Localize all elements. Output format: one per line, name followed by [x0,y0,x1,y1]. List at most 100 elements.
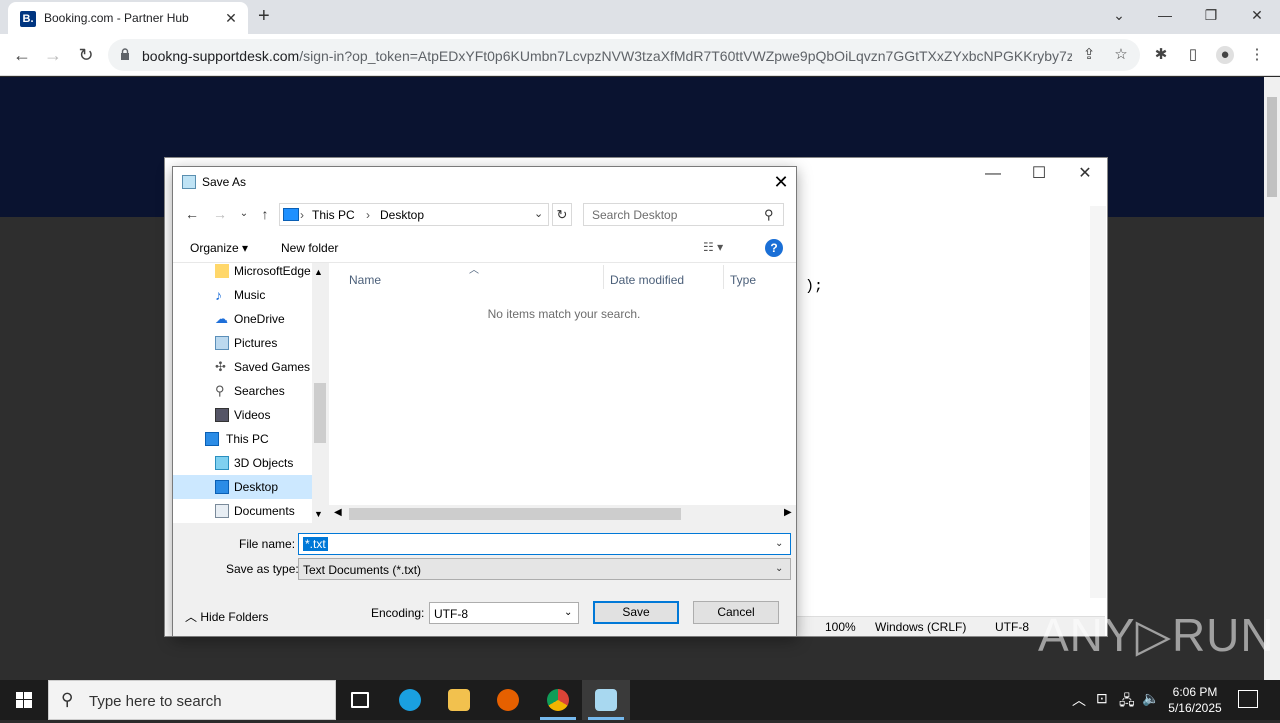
tree-item-this-pc[interactable]: This PC [173,427,312,451]
hide-folders-button[interactable]: ︿ Hide Folders [185,608,268,625]
scroll-left-icon[interactable]: ◀ [334,507,342,518]
refresh-icon[interactable]: ↻ [552,203,572,226]
column-type[interactable]: Type [730,273,756,287]
tree-item-desktop[interactable]: Desktop [173,475,312,499]
taskbar-clock[interactable]: 6:06 PM 5/16/2025 [1162,684,1228,716]
start-button[interactable] [0,680,48,720]
minimize-icon[interactable]: — [1150,4,1180,26]
save-button[interactable]: Save [593,601,679,624]
cancel-button[interactable]: Cancel [693,601,779,624]
anyrun-watermark: ANY▷RUN [1038,609,1275,661]
pictures-icon [215,336,229,350]
breadcrumb-desktop[interactable]: Desktop [380,208,424,222]
close-tab-icon[interactable]: ✕ [222,9,240,27]
page-scrollbar[interactable] [1264,77,1280,680]
close-window-icon[interactable]: ✕ [1242,4,1272,26]
encoding-select[interactable]: UTF-8 ⌄ [429,602,579,624]
extensions-icon[interactable]: ✱ [1152,46,1170,64]
tree-item-3d-objects[interactable]: 3D Objects [173,451,312,475]
new-tab-icon[interactable]: + [258,5,270,27]
tree-item-documents[interactable]: Documents [173,499,312,523]
address-bar[interactable]: bookng-supportdesk.com/sign-in?op_token=… [108,39,1140,71]
notepad-maximize-icon[interactable]: ☐ [1019,163,1059,185]
dialog-close-icon[interactable]: ✕ [769,171,793,193]
desktop-icon [215,480,229,494]
notepad-scrollbar[interactable] [1090,206,1106,598]
tab-search-chevron-icon[interactable]: ⌄ [1104,4,1134,26]
tree-item-onedrive[interactable]: ☁ OneDrive [173,307,312,331]
tree-item-music[interactable]: ♪ Music [173,283,312,307]
url-text: bookng-supportdesk.com/sign-in?op_token=… [142,48,1072,64]
breadcrumb[interactable]: › This PC › Desktop ⌄ [279,203,549,226]
up-folder-icon[interactable]: ↑ [256,205,274,223]
hscrollbar-thumb[interactable] [349,508,681,520]
taskbar-search-placeholder: Type here to search [89,693,222,710]
tree-scrollbar-thumb[interactable] [314,383,326,443]
scroll-right-icon[interactable]: ▶ [784,507,792,518]
notepad-minimize-icon[interactable]: — [973,163,1013,185]
side-panel-icon[interactable]: ▯ [1184,46,1202,64]
dialog-forward-icon[interactable]: → [211,205,229,223]
encoding-value: UTF-8 [434,607,468,621]
notepad-app-icon [182,175,196,189]
notepad-close-icon[interactable]: ✕ [1065,163,1105,185]
file-name-dropdown-icon[interactable]: ⌄ [775,538,783,549]
taskbar-file-explorer[interactable] [435,680,483,720]
notification-center-icon[interactable] [1238,690,1258,708]
file-explorer-icon [448,689,470,711]
tree-item-videos[interactable]: Videos [173,403,312,427]
tray-app-icon[interactable]: ⊡ [1096,690,1108,707]
tree-item-microsoftedge[interactable]: MicrosoftEdge [173,259,312,283]
search-input[interactable]: Search Desktop ⚲ [583,203,784,226]
bookmark-star-icon[interactable]: ☆ [1112,46,1130,64]
encoding-dropdown-icon[interactable]: ⌄ [564,607,572,618]
taskbar-edge[interactable] [386,680,434,720]
breadcrumb-dropdown-icon[interactable]: ⌄ [534,207,543,220]
save-type-select[interactable]: Text Documents (*.txt) ⌄ [298,558,791,580]
task-view-button[interactable] [336,680,384,720]
show-hidden-icons-chevron-icon[interactable]: ︿ [1072,690,1086,710]
dialog-back-icon[interactable]: ← [183,205,201,223]
volume-icon[interactable]: 🔈 [1142,690,1159,707]
file-name-input[interactable]: *.txt ⌄ [298,533,791,555]
taskbar-notepad[interactable] [582,680,630,720]
notepad-text[interactable]: ); [805,278,823,295]
scroll-up-icon[interactable]: ▲ [314,267,323,277]
breadcrumb-this-pc[interactable]: This PC [312,208,355,222]
column-date-modified[interactable]: Date modified [610,273,684,287]
help-icon[interactable]: ? [765,239,783,257]
taskbar-firefox[interactable] [484,680,532,720]
new-folder-button[interactable]: New folder [281,241,338,255]
organize-button[interactable]: Organize ▾ [190,241,248,255]
profile-avatar-icon[interactable]: ● [1216,46,1234,64]
save-type-label: Save as type: [226,562,299,576]
back-icon[interactable]: ← [9,42,35,68]
reload-icon[interactable]: ↻ [73,42,99,68]
music-icon: ♪ [215,287,222,303]
forward-icon[interactable]: → [40,42,66,68]
chevron-up-icon: ︿ [185,610,198,624]
zoom-level: 100% [825,620,856,634]
tree-item-pictures[interactable]: Pictures [173,331,312,355]
taskbar: ⚲ Type here to search ︿ ⊡ 🖧 🔈 6:06 PM 5/… [0,680,1280,720]
scroll-down-icon[interactable]: ▼ [314,509,323,519]
page-scrollbar-thumb[interactable] [1267,97,1277,197]
network-icon[interactable]: 🖧 [1119,690,1135,714]
tree-scrollbar[interactable]: ▲ ▼ [312,263,328,523]
dialog-title-bar: Save As ✕ [173,167,796,197]
taskbar-search[interactable]: ⚲ Type here to search [48,680,336,720]
column-name[interactable]: Name [349,273,381,287]
change-view-icon[interactable]: ☷ ▾ [703,240,723,254]
tree-item-saved-games[interactable]: ✣ Saved Games [173,355,312,379]
browser-tab[interactable]: B. Booking.com - Partner Hub ✕ [8,2,248,34]
restore-icon[interactable]: ❐ [1196,4,1226,26]
file-list-hscrollbar[interactable]: ◀ ▶ [329,505,796,523]
recent-locations-chevron-icon[interactable]: ⌄ [235,205,253,223]
tab-title: Booking.com - Partner Hub [44,11,189,25]
share-icon[interactable]: ⇪ [1080,46,1098,64]
save-type-dropdown-icon[interactable]: ⌄ [775,563,783,574]
tree-item-searches[interactable]: ⚲ Searches [173,379,312,403]
save-as-dialog: Save As ✕ ← → ⌄ ↑ › This PC › Desktop ⌄ … [172,166,797,637]
taskbar-chrome[interactable] [534,680,582,720]
menu-kebab-icon[interactable]: ⋮ [1248,46,1266,64]
